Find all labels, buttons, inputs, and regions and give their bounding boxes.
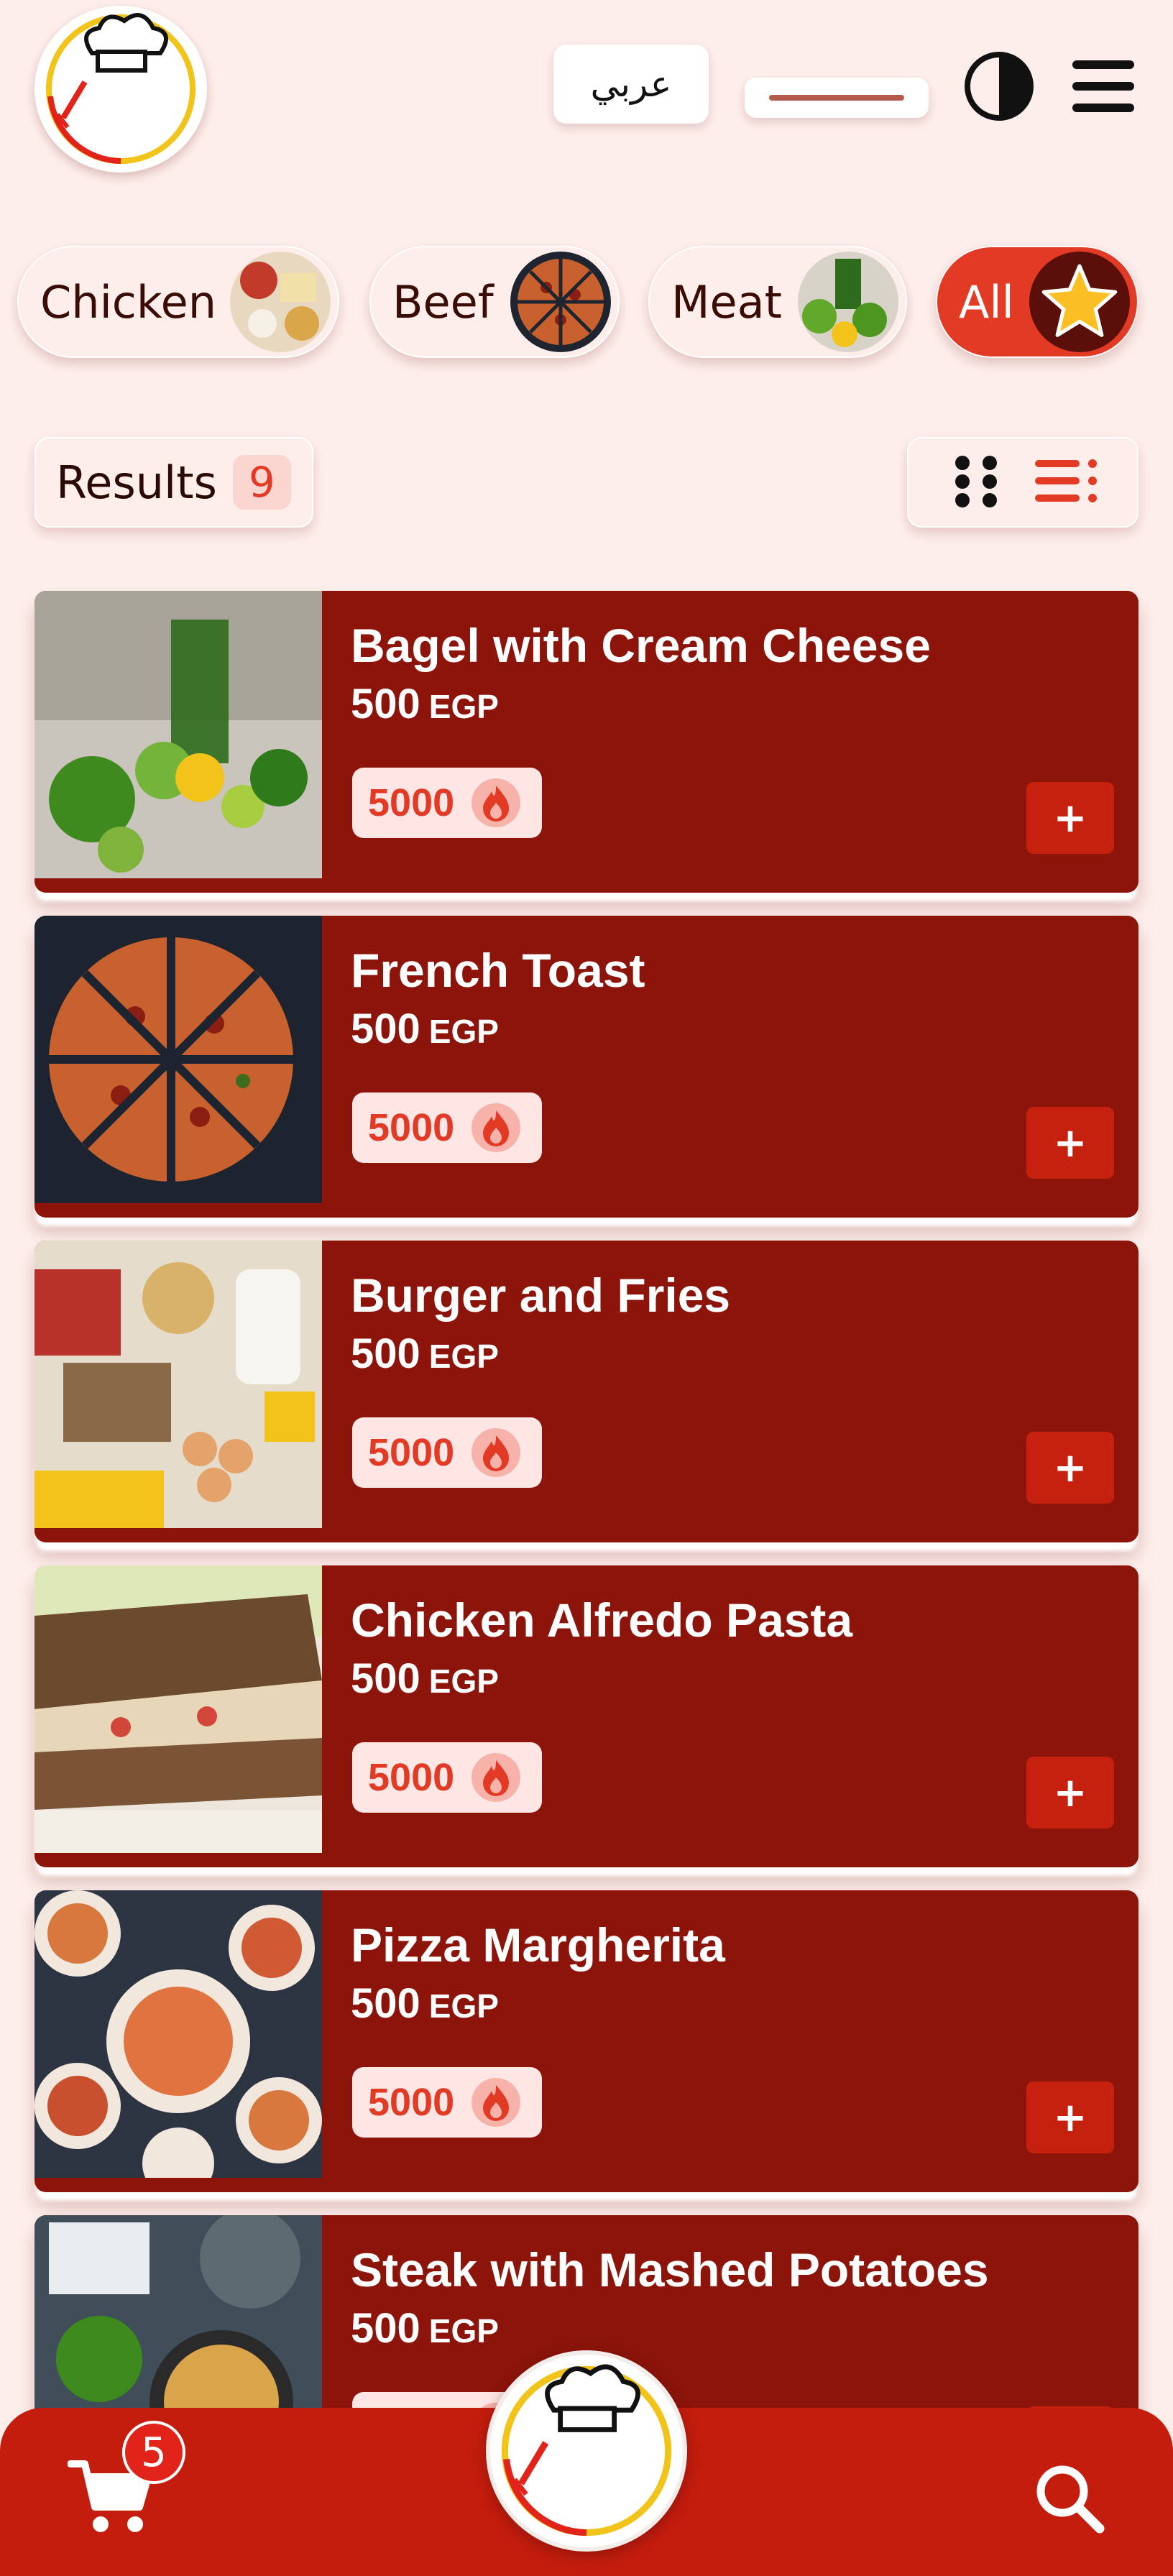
price-value: 500 <box>351 681 420 727</box>
results-summary: Results 9 <box>34 437 313 528</box>
category-beef[interactable]: Beef <box>369 246 620 358</box>
price-value: 500 <box>351 1980 420 2027</box>
price-currency: EGP <box>428 1662 499 1700</box>
price-currency: EGP <box>428 1338 499 1375</box>
search-bar-button[interactable] <box>745 78 929 118</box>
price-value: 500 <box>351 1655 420 1702</box>
category-meat[interactable]: Meat <box>648 246 907 358</box>
chef-hat-logo-icon <box>46 13 196 164</box>
flame-icon <box>472 1428 521 1477</box>
add-to-cart-button[interactable]: + <box>1026 782 1114 854</box>
product-name: Chicken Alfredo Pasta <box>351 1593 853 1647</box>
product-price: 500 EGP <box>351 2304 499 2352</box>
category-chicken[interactable]: Chicken <box>17 246 339 358</box>
cart-count-badge: 5 <box>122 2421 185 2484</box>
calories-value: 5000 <box>368 781 455 824</box>
product-card[interactable]: Pizza Margherita 500 EGP 5000 + <box>34 1890 1138 2192</box>
calories-badge: 5000 <box>352 1092 542 1163</box>
category-label: All <box>959 275 1014 328</box>
product-name: Pizza Margherita <box>351 1918 725 1972</box>
calories-badge: 5000 <box>352 2067 542 2138</box>
product-image <box>34 1890 322 2178</box>
language-toggle-button[interactable]: عربي <box>553 45 709 124</box>
flame-icon <box>472 2078 521 2127</box>
category-label: Meat <box>671 275 782 328</box>
price-value: 500 <box>351 1330 420 1377</box>
chef-hat-logo-icon <box>501 2364 672 2536</box>
results-count-badge: 9 <box>232 455 291 510</box>
product-image <box>34 916 322 1203</box>
category-label: Beef <box>392 275 494 328</box>
pizza-thumb <box>510 252 611 352</box>
category-label: Chicken <box>40 275 217 328</box>
category-all[interactable]: All <box>936 246 1138 358</box>
calories-value: 5000 <box>368 1106 455 1149</box>
list-view-icon[interactable] <box>1034 456 1103 513</box>
product-price: 500 EGP <box>351 1979 499 2028</box>
language-label: عربي <box>590 63 672 105</box>
view-mode-toggle <box>907 437 1138 528</box>
calories-value: 5000 <box>368 1431 455 1474</box>
product-price: 500 EGP <box>351 1655 499 1703</box>
product-card[interactable]: Bagel with Cream Cheese 500 EGP 5000 + <box>34 591 1138 893</box>
food-platter-thumb <box>230 252 331 352</box>
price-value: 500 <box>351 1006 420 1052</box>
price-currency: EGP <box>428 1013 499 1050</box>
grid-view-icon[interactable] <box>950 454 1005 509</box>
calories-badge: 5000 <box>352 1417 542 1488</box>
calories-value: 5000 <box>368 1756 455 1799</box>
product-image <box>34 1241 322 1528</box>
product-image <box>34 591 322 878</box>
product-card[interactable]: French Toast 500 EGP 5000 + <box>34 916 1138 1218</box>
calories-badge: 5000 <box>352 1742 542 1813</box>
product-name: French Toast <box>351 944 645 997</box>
price-currency: EGP <box>428 1987 499 2025</box>
results-label: Results <box>56 456 217 509</box>
product-image <box>34 1565 322 1853</box>
kitchen-logo[interactable] <box>34 6 207 172</box>
flame-icon <box>472 1103 521 1152</box>
price-currency: EGP <box>428 2312 499 2350</box>
product-name: Bagel with Cream Cheese <box>351 619 931 672</box>
add-to-cart-button[interactable]: + <box>1026 1757 1114 1828</box>
flame-icon <box>472 1753 521 1802</box>
calories-badge: 5000 <box>352 768 542 838</box>
product-price: 500 EGP <box>351 680 499 728</box>
hamburger-menu-icon[interactable] <box>1067 55 1138 119</box>
product-card[interactable]: Burger and Fries 500 EGP 5000 + <box>34 1241 1138 1542</box>
star-icon <box>1029 252 1130 352</box>
product-name: Steak with Mashed Potatoes <box>351 2243 989 2296</box>
home-logo-button[interactable] <box>486 2350 687 2552</box>
add-to-cart-button[interactable]: + <box>1026 2082 1114 2153</box>
calories-value: 5000 <box>368 2081 455 2124</box>
vegetables-thumb <box>798 252 898 352</box>
product-price: 500 EGP <box>351 1330 499 1378</box>
product-name: Burger and Fries <box>351 1269 731 1322</box>
add-to-cart-button[interactable]: + <box>1026 1432 1114 1504</box>
price-currency: EGP <box>428 688 499 725</box>
search-icon[interactable] <box>1032 2461 1107 2536</box>
add-to-cart-button[interactable]: + <box>1026 1107 1114 1179</box>
price-value: 500 <box>351 2305 420 2352</box>
contrast-theme-icon[interactable] <box>963 50 1035 122</box>
product-card[interactable]: Chicken Alfredo Pasta 500 EGP 5000 + <box>34 1565 1138 1867</box>
flame-icon <box>472 778 521 827</box>
product-price: 500 EGP <box>351 1005 499 1053</box>
